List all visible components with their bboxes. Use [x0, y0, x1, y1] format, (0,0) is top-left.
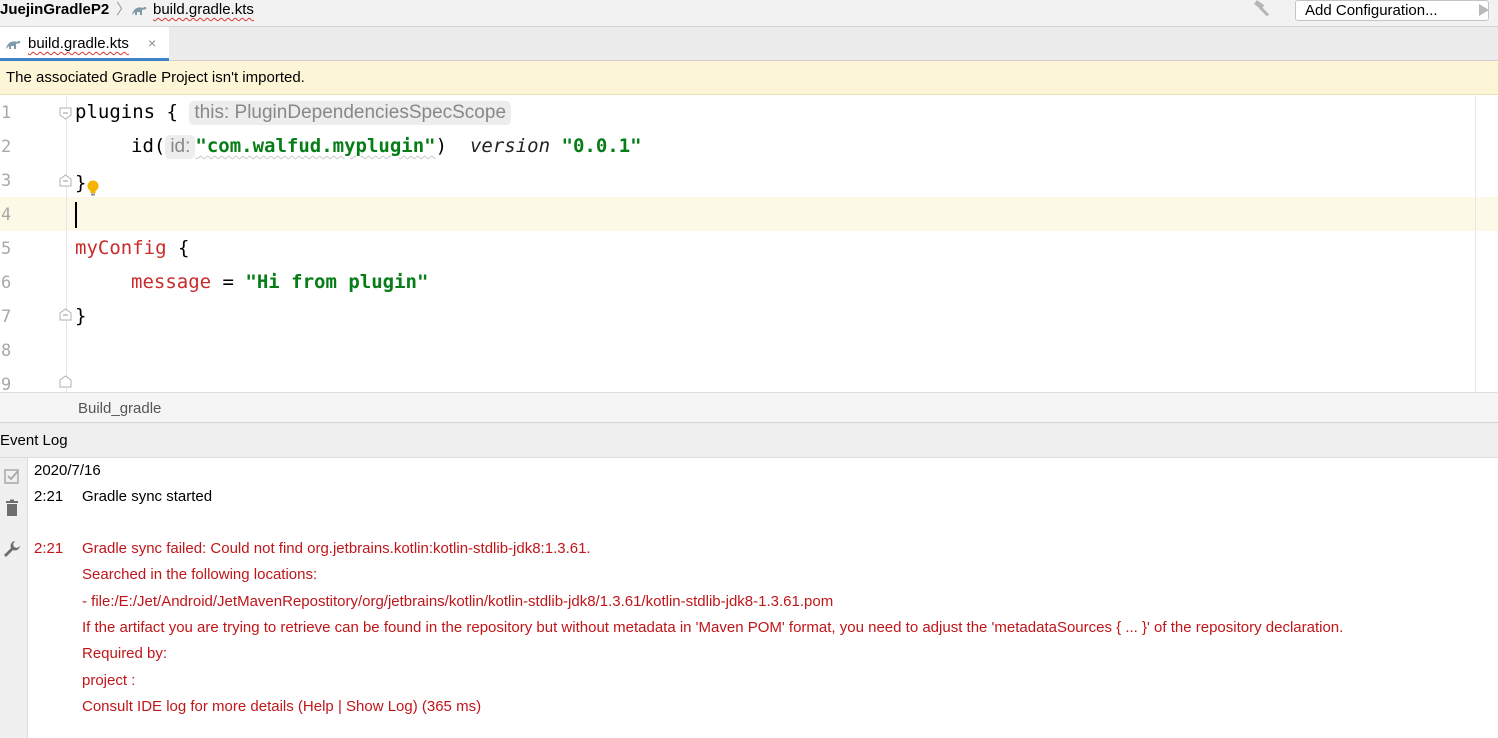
code-line-7: } — [75, 305, 86, 327]
log-time: 2:21 — [34, 488, 64, 505]
myconfig-block: myConfig — [75, 237, 167, 259]
log-date: 2020/7/16 — [34, 462, 101, 479]
breadcrumb-project[interactable]: JuejinGradleP2 — [0, 1, 109, 19]
fold-icon[interactable] — [59, 174, 72, 187]
notification-banner: The associated Gradle Project isn't impo… — [0, 61, 1498, 95]
trash-icon[interactable] — [3, 499, 21, 517]
line-number: 7 — [1, 307, 12, 327]
log-detail: Required by: — [82, 645, 168, 662]
log-detail: If the artifact you are trying to retrie… — [82, 619, 1344, 636]
line-number: 6 — [1, 273, 12, 293]
log-detail: project : — [82, 672, 136, 689]
log-entry-error: 2:21 Gradle sync failed: Could not find … — [34, 536, 591, 562]
line-number: 4 — [1, 205, 12, 225]
fold-icon[interactable] — [59, 308, 72, 321]
line-number: 9 — [1, 375, 12, 392]
run-icon[interactable] — [1478, 3, 1490, 17]
message-property: message — [131, 271, 212, 293]
log-detail: - file:/E:/Jet/Android/JetMavenRepostito… — [82, 593, 834, 610]
version-keyword: version — [469, 135, 551, 157]
id-call: id( — [131, 135, 166, 157]
open-brace: { — [166, 237, 190, 259]
right-margin-guide — [1475, 96, 1476, 392]
version-string: "0.0.1" — [561, 135, 642, 157]
log-detail: Searched in the following locations: — [82, 566, 318, 583]
tab-label: build.gradle.kts — [28, 35, 129, 52]
gutter-divider — [66, 96, 67, 392]
log-message: Gradle sync failed: Could not find org.j… — [82, 540, 591, 557]
breadcrumb-item[interactable]: Build_gradle — [78, 400, 161, 418]
event-log-title: Event Log — [0, 432, 68, 449]
navigation-bar: JuejinGradleP2 〉 build.gradle.kts Add Co… — [0, 0, 1498, 27]
log-detail[interactable]: Consult IDE log for more details (Help |… — [82, 694, 481, 720]
closing-brace: } — [75, 172, 87, 194]
check-icon[interactable] — [3, 467, 21, 485]
parameter-hint: this: PluginDependenciesSpecScope — [189, 101, 512, 125]
fold-icon[interactable] — [59, 107, 72, 120]
chevron-right-icon: 〉 — [116, 1, 132, 18]
event-log-content[interactable]: 2020/7/16 2:21 Gradle sync started 2:21 … — [34, 458, 1494, 738]
id-close-paren: ) — [435, 135, 448, 157]
plugin-id-string: "com.walfud.myplugin" — [195, 135, 436, 157]
event-log-toolbar — [0, 458, 28, 738]
event-log-header: Event Log — [0, 423, 1498, 458]
current-line-highlight — [0, 197, 1498, 231]
line-number: 3 — [1, 171, 12, 191]
code-line-5: myConfig { — [75, 237, 189, 259]
line-number: 8 — [1, 341, 12, 361]
code-line-2: id(id: "com.walfud.myplugin") version "0.… — [131, 135, 642, 159]
log-time: 2:21 — [34, 540, 64, 557]
wrench-icon[interactable] — [3, 540, 21, 558]
banner-message: The associated Gradle Project isn't impo… — [6, 69, 305, 86]
equals-sign: = — [211, 271, 246, 293]
tab-build-gradle-kts[interactable]: build.gradle.kts × — [0, 27, 169, 61]
fold-icon[interactable] — [59, 375, 72, 388]
log-message: Gradle sync started — [82, 488, 213, 505]
add-configuration-button[interactable]: Add Configuration... — [1295, 0, 1489, 21]
close-icon[interactable]: × — [148, 35, 156, 51]
parameter-hint: id: — [165, 135, 196, 159]
log-entry: 2:21 Gradle sync started — [34, 484, 212, 510]
text-caret — [75, 202, 77, 228]
gradle-file-icon — [6, 40, 21, 49]
line-number: 5 — [1, 239, 12, 259]
code-line-1: plugins { this: PluginDependenciesSpecSc… — [75, 101, 512, 125]
hammer-icon[interactable] — [1252, 0, 1274, 18]
line-number: 2 — [1, 137, 12, 157]
message-string: "Hi from plugin" — [245, 271, 429, 293]
code-editor[interactable]: 1 2 3 4 5 6 7 8 9 plugins { this: Plugin… — [0, 96, 1498, 392]
plugins-block: plugins { — [75, 101, 178, 123]
closing-brace: } — [75, 305, 87, 327]
gradle-file-icon — [132, 6, 147, 15]
editor-tab-bar: build.gradle.kts × — [0, 27, 1498, 61]
breadcrumb-file[interactable]: build.gradle.kts — [153, 1, 254, 19]
code-line-3: } — [75, 172, 86, 194]
code-line-6: message = "Hi from plugin" — [131, 271, 428, 293]
lightbulb-icon[interactable] — [86, 180, 100, 196]
editor-breadcrumb: Build_gradle — [0, 392, 1498, 423]
line-number: 1 — [1, 103, 12, 123]
